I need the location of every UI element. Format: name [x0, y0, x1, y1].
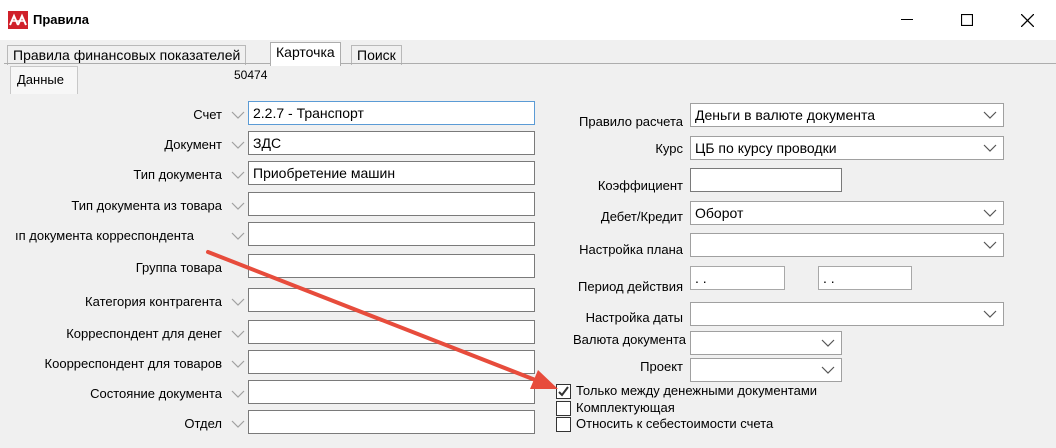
chevron-down-icon[interactable] [230, 200, 246, 212]
window-client-area: Правила финансовых показателей Карточка … [0, 40, 1056, 448]
component-checkbox[interactable] [556, 401, 571, 416]
chevron-down-icon[interactable] [230, 296, 246, 308]
chevron-down-icon [821, 366, 835, 374]
coefficient-field[interactable] [690, 168, 842, 192]
title-bar: Правила [0, 0, 1056, 40]
chevron-down-icon[interactable] [230, 358, 246, 370]
chevron-down-icon[interactable] [230, 169, 246, 181]
tab-card[interactable]: Карточка [270, 42, 341, 66]
chevron-down-icon [983, 144, 997, 152]
label-department: Отдел [184, 416, 222, 431]
date-setting-select[interactable] [690, 302, 1004, 326]
label-money-correspondent: Корреспондент для денег [66, 326, 222, 341]
document-state-field[interactable] [248, 380, 535, 404]
chevron-down-icon[interactable] [230, 230, 246, 242]
goods-group-field[interactable] [248, 254, 535, 278]
period-to-field[interactable]: . . [818, 266, 912, 290]
label-document-currency: Валюта документа [573, 332, 686, 347]
cost-allocation-checkbox[interactable] [556, 417, 571, 432]
label-counterparty-category: Категория контрагента [85, 294, 222, 309]
project-select[interactable] [690, 358, 842, 382]
label-account: Счет [193, 107, 222, 122]
maximize-button[interactable] [944, 0, 990, 40]
chevron-down-icon[interactable] [230, 139, 246, 151]
calc-rule-select[interactable]: Деньги в валюте документа [690, 103, 1004, 127]
chevron-down-icon [983, 241, 997, 249]
label-correspondent-doc-type: ıп документа корреспондента [15, 228, 194, 243]
money-docs-only-checkbox[interactable] [556, 384, 571, 399]
checkmark-icon [558, 386, 569, 397]
money-correspondent-field[interactable] [248, 320, 535, 344]
label-document: Документ [164, 137, 222, 152]
rate-select[interactable]: ЦБ по курсу проводки [690, 136, 1004, 160]
label-rate: Курс [655, 141, 683, 156]
close-icon [1020, 13, 1034, 27]
document-field[interactable]: ЗДС [248, 131, 535, 155]
label-calc-rule: Правило расчета [579, 114, 683, 129]
label-project: Проект [640, 359, 683, 374]
tab-content-border [4, 63, 1056, 64]
chevron-down-icon[interactable] [230, 388, 246, 400]
record-code: 50474 [234, 68, 268, 82]
doc-type-from-goods-field[interactable] [248, 192, 535, 216]
money-docs-only-label[interactable]: Только между денежными документами [576, 383, 817, 398]
debit-credit-select[interactable]: Оборот [690, 201, 1004, 225]
component-label[interactable]: Комплектующая [576, 400, 675, 415]
subtab-data[interactable]: Данные [10, 66, 78, 94]
plan-setting-select[interactable] [690, 233, 1004, 257]
counterparty-category-field[interactable] [248, 288, 535, 312]
label-goods-group: Группа товара [135, 260, 222, 275]
document-currency-select[interactable] [690, 331, 842, 355]
chevron-down-icon [983, 209, 997, 217]
label-document-state: Состояние документа [90, 386, 222, 401]
app-logo-icon [8, 11, 28, 29]
tab-search[interactable]: Поиск [351, 45, 402, 65]
account-field[interactable]: 2.2.7 - Транспорт [248, 101, 535, 125]
doc-type-field[interactable]: Приобретение машин [248, 161, 535, 185]
debit-credit-value: Оборот [695, 205, 744, 221]
tab-financial-rules[interactable]: Правила финансовых показателей [7, 45, 247, 65]
label-goods-correspondent: Коорреспондент для товаров [44, 356, 222, 371]
label-doc-type: Тип документа [133, 167, 222, 182]
cost-allocation-label[interactable]: Относить к себестоимости счета [576, 416, 773, 431]
label-plan-setting: Настройка плана [579, 242, 683, 257]
period-from-field[interactable]: . . [690, 266, 785, 290]
correspondent-doc-type-field[interactable] [248, 222, 535, 246]
maximize-icon [961, 14, 973, 26]
minimize-icon [901, 19, 913, 20]
label-doc-type-from-goods: Тип документа из товара [71, 198, 222, 213]
chevron-down-icon[interactable] [230, 328, 246, 340]
chevron-down-icon [983, 310, 997, 318]
window-title: Правила [33, 12, 89, 27]
calc-rule-value: Деньги в валюте документа [695, 107, 876, 123]
label-date-setting: Настройка даты [585, 310, 683, 325]
chevron-down-icon [983, 111, 997, 119]
chevron-down-icon [821, 339, 835, 347]
goods-correspondent-field[interactable] [248, 350, 535, 374]
department-field[interactable] [248, 410, 535, 434]
close-button[interactable] [1004, 0, 1050, 40]
chevron-down-icon[interactable] [230, 109, 246, 121]
rate-value: ЦБ по курсу проводки [695, 140, 837, 156]
label-validity-period: Период действия [578, 279, 683, 294]
label-debit-credit: Дебет/Кредит [600, 209, 683, 224]
label-coefficient: Коэффициент [597, 178, 683, 193]
chevron-down-icon[interactable] [230, 418, 246, 430]
minimize-button[interactable] [884, 0, 930, 40]
